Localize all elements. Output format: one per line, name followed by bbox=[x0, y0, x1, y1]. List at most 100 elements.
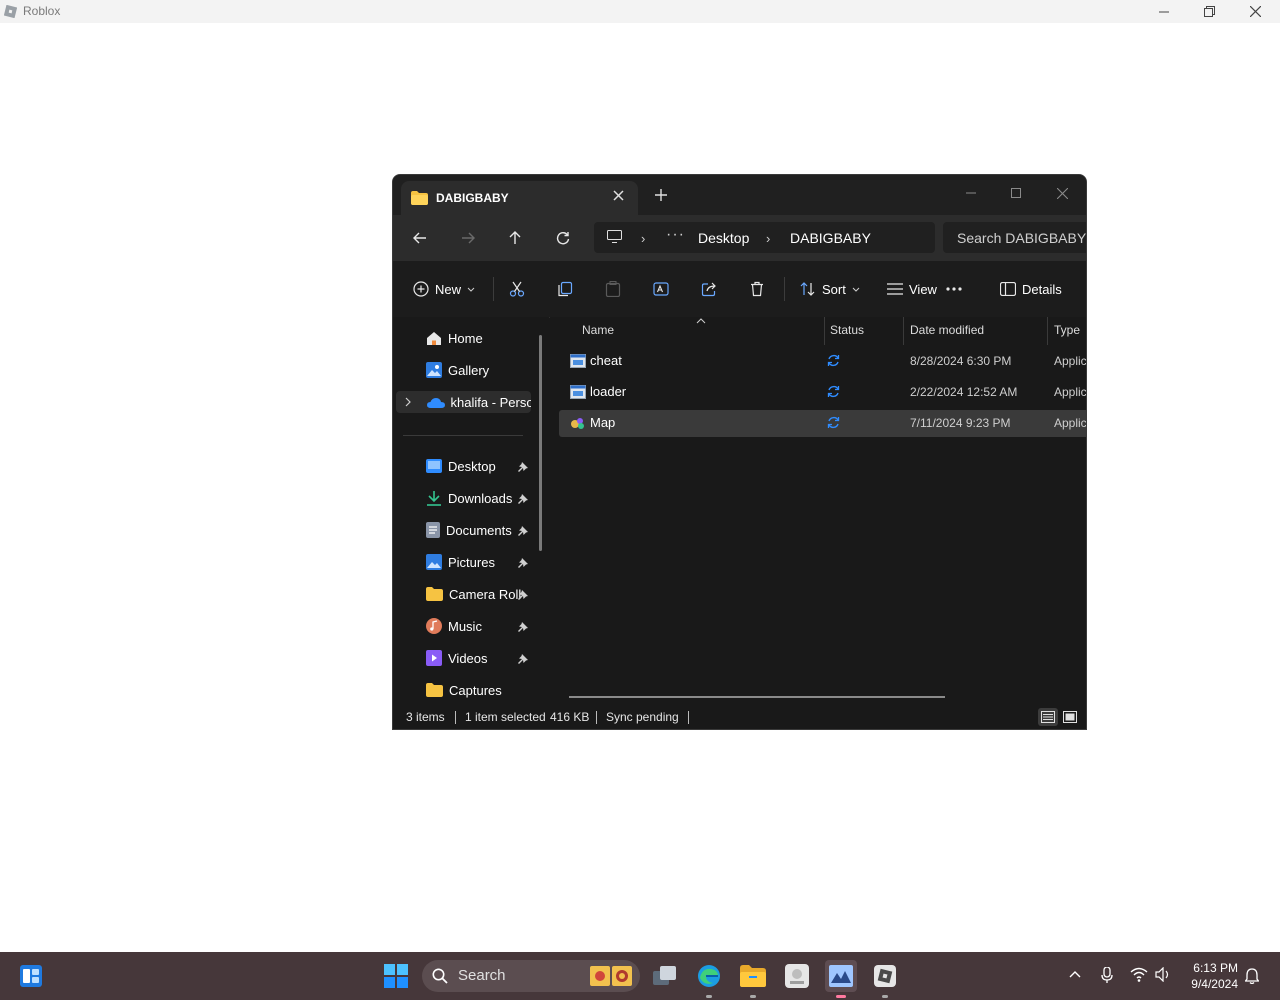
clock-date: 9/4/2024 bbox=[1191, 977, 1238, 991]
share-button[interactable] bbox=[701, 279, 717, 299]
minimize-button[interactable] bbox=[1141, 0, 1187, 23]
pin-icon[interactable] bbox=[518, 590, 528, 600]
explorer-minimize-button[interactable] bbox=[949, 179, 993, 207]
details-button[interactable]: Details bbox=[1000, 279, 1062, 299]
new-button[interactable]: New bbox=[413, 279, 475, 299]
details-view-toggle[interactable] bbox=[1038, 708, 1058, 726]
sidebar-item-home[interactable]: Home bbox=[426, 327, 483, 349]
sidebar-item-onedrive[interactable]: khalifa - Persona bbox=[396, 391, 531, 413]
sidebar-scrollbar[interactable] bbox=[539, 335, 542, 551]
sidebar-item-documents[interactable]: Documents bbox=[426, 519, 512, 541]
pin-icon[interactable] bbox=[518, 462, 528, 472]
sidebar-item-label: Videos bbox=[448, 650, 488, 666]
navigation-pane: Home Gallery khalifa - Persona Desktop D… bbox=[393, 317, 549, 706]
back-button[interactable] bbox=[410, 228, 430, 248]
roblox-taskbar-button[interactable] bbox=[869, 960, 901, 998]
pin-icon[interactable] bbox=[518, 622, 528, 632]
sidebar-item-music[interactable]: Music bbox=[426, 615, 482, 637]
volume-icon[interactable] bbox=[1155, 967, 1171, 982]
new-label: New bbox=[435, 281, 462, 297]
more-crumbs-icon[interactable]: ··· bbox=[666, 226, 685, 244]
address-bar-row: › ··· Desktop › DABIGBABY Search DABIGBA… bbox=[393, 215, 1086, 261]
edge-button[interactable] bbox=[693, 960, 725, 998]
horizontal-scrollbar[interactable] bbox=[569, 696, 945, 698]
task-view-button[interactable] bbox=[649, 960, 681, 992]
microphone-icon[interactable] bbox=[1101, 967, 1113, 984]
tiles-view-toggle[interactable] bbox=[1060, 708, 1080, 726]
sidebar-item-label: Gallery bbox=[448, 362, 490, 378]
file-row-cheat[interactable]: cheat 8/28/2024 6:30 PM Applic bbox=[565, 348, 1086, 375]
refresh-button[interactable] bbox=[553, 228, 573, 248]
column-divider[interactable] bbox=[824, 317, 825, 345]
explorer-close-button[interactable] bbox=[1040, 179, 1084, 207]
wifi-icon[interactable] bbox=[1130, 967, 1148, 982]
taskbar-search[interactable]: Search bbox=[422, 960, 640, 992]
app-button-2[interactable] bbox=[825, 960, 857, 998]
file-row-loader[interactable]: loader 2/22/2024 12:52 AM Applic bbox=[565, 379, 1086, 406]
taskbar-search-label: Search bbox=[458, 967, 506, 984]
close-tab-icon[interactable] bbox=[613, 190, 624, 201]
sidebar-item-pictures[interactable]: Pictures bbox=[426, 551, 495, 573]
column-header-date[interactable]: Date modified bbox=[910, 323, 984, 337]
start-button[interactable] bbox=[380, 960, 412, 992]
breadcrumb-current[interactable]: DABIGBABY bbox=[790, 230, 871, 246]
sidebar-item-desktop[interactable]: Desktop bbox=[426, 455, 496, 477]
tab-title: DABIGBABY bbox=[436, 191, 509, 205]
search-box[interactable]: Search DABIGBABY bbox=[943, 222, 1086, 253]
paste-button[interactable] bbox=[605, 279, 621, 299]
cut-button[interactable] bbox=[509, 279, 525, 299]
more-options-button[interactable] bbox=[946, 279, 962, 299]
pin-icon[interactable] bbox=[518, 558, 528, 568]
widgets-button[interactable] bbox=[15, 960, 47, 992]
sort-ascending-icon bbox=[696, 318, 706, 324]
onedrive-icon bbox=[427, 397, 445, 408]
command-bar: New Sort View Details bbox=[393, 261, 1086, 318]
column-divider[interactable] bbox=[903, 317, 904, 345]
sidebar-item-downloads[interactable]: Downloads bbox=[426, 487, 512, 509]
arrow-right-icon bbox=[462, 232, 475, 244]
sidebar-item-gallery[interactable]: Gallery bbox=[426, 359, 489, 381]
active-indicator bbox=[836, 995, 846, 998]
pin-icon[interactable] bbox=[518, 526, 528, 536]
folder-icon bbox=[426, 683, 443, 697]
sidebar-item-videos[interactable]: Videos bbox=[426, 647, 488, 669]
restore-button[interactable] bbox=[1186, 0, 1232, 23]
column-header-name[interactable]: Name bbox=[582, 323, 614, 337]
app-button-1[interactable] bbox=[781, 960, 813, 992]
sidebar-item-camera-roll[interactable]: Camera Roll bbox=[426, 583, 521, 605]
up-button[interactable] bbox=[505, 228, 525, 248]
view-button[interactable]: View bbox=[887, 279, 937, 299]
pin-icon[interactable] bbox=[518, 654, 528, 664]
music-icon bbox=[426, 618, 442, 634]
delete-button[interactable] bbox=[749, 279, 765, 299]
sidebar-item-captures[interactable]: Captures bbox=[426, 679, 502, 701]
sort-button[interactable]: Sort bbox=[800, 279, 860, 299]
folder-icon bbox=[411, 191, 428, 205]
share-icon bbox=[701, 282, 716, 297]
forward-button[interactable] bbox=[458, 228, 478, 248]
search-icon bbox=[432, 968, 448, 984]
file-date: 2/22/2024 12:52 AM bbox=[910, 385, 1018, 399]
chevron-up-icon[interactable] bbox=[1069, 970, 1081, 978]
details-view-icon bbox=[1041, 711, 1055, 723]
running-indicator bbox=[750, 995, 756, 998]
address-field[interactable]: › ··· Desktop › DABIGBABY bbox=[594, 222, 935, 253]
close-button[interactable] bbox=[1232, 0, 1278, 23]
chevron-right-icon: › bbox=[641, 231, 646, 246]
explorer-maximize-button[interactable] bbox=[994, 179, 1038, 207]
system-clock[interactable]: 6:13 PM 9/4/2024 bbox=[1184, 960, 1238, 992]
column-header-type[interactable]: Type bbox=[1054, 323, 1080, 337]
trash-icon bbox=[751, 281, 763, 297]
chevron-right-icon[interactable] bbox=[404, 397, 421, 407]
column-header-status[interactable]: Status bbox=[830, 323, 864, 337]
file-explorer-button[interactable] bbox=[737, 960, 769, 998]
breadcrumb-desktop[interactable]: Desktop bbox=[698, 230, 749, 246]
pin-icon[interactable] bbox=[518, 494, 528, 504]
explorer-tab[interactable]: DABIGBABY bbox=[401, 181, 638, 215]
column-divider[interactable] bbox=[1047, 317, 1048, 345]
copy-button[interactable] bbox=[557, 279, 573, 299]
rename-button[interactable] bbox=[653, 279, 669, 299]
file-row-map[interactable]: Map 7/11/2024 9:23 PM Applic bbox=[559, 410, 1086, 437]
new-tab-icon[interactable] bbox=[655, 189, 667, 201]
notification-bell-icon[interactable] bbox=[1245, 968, 1259, 984]
